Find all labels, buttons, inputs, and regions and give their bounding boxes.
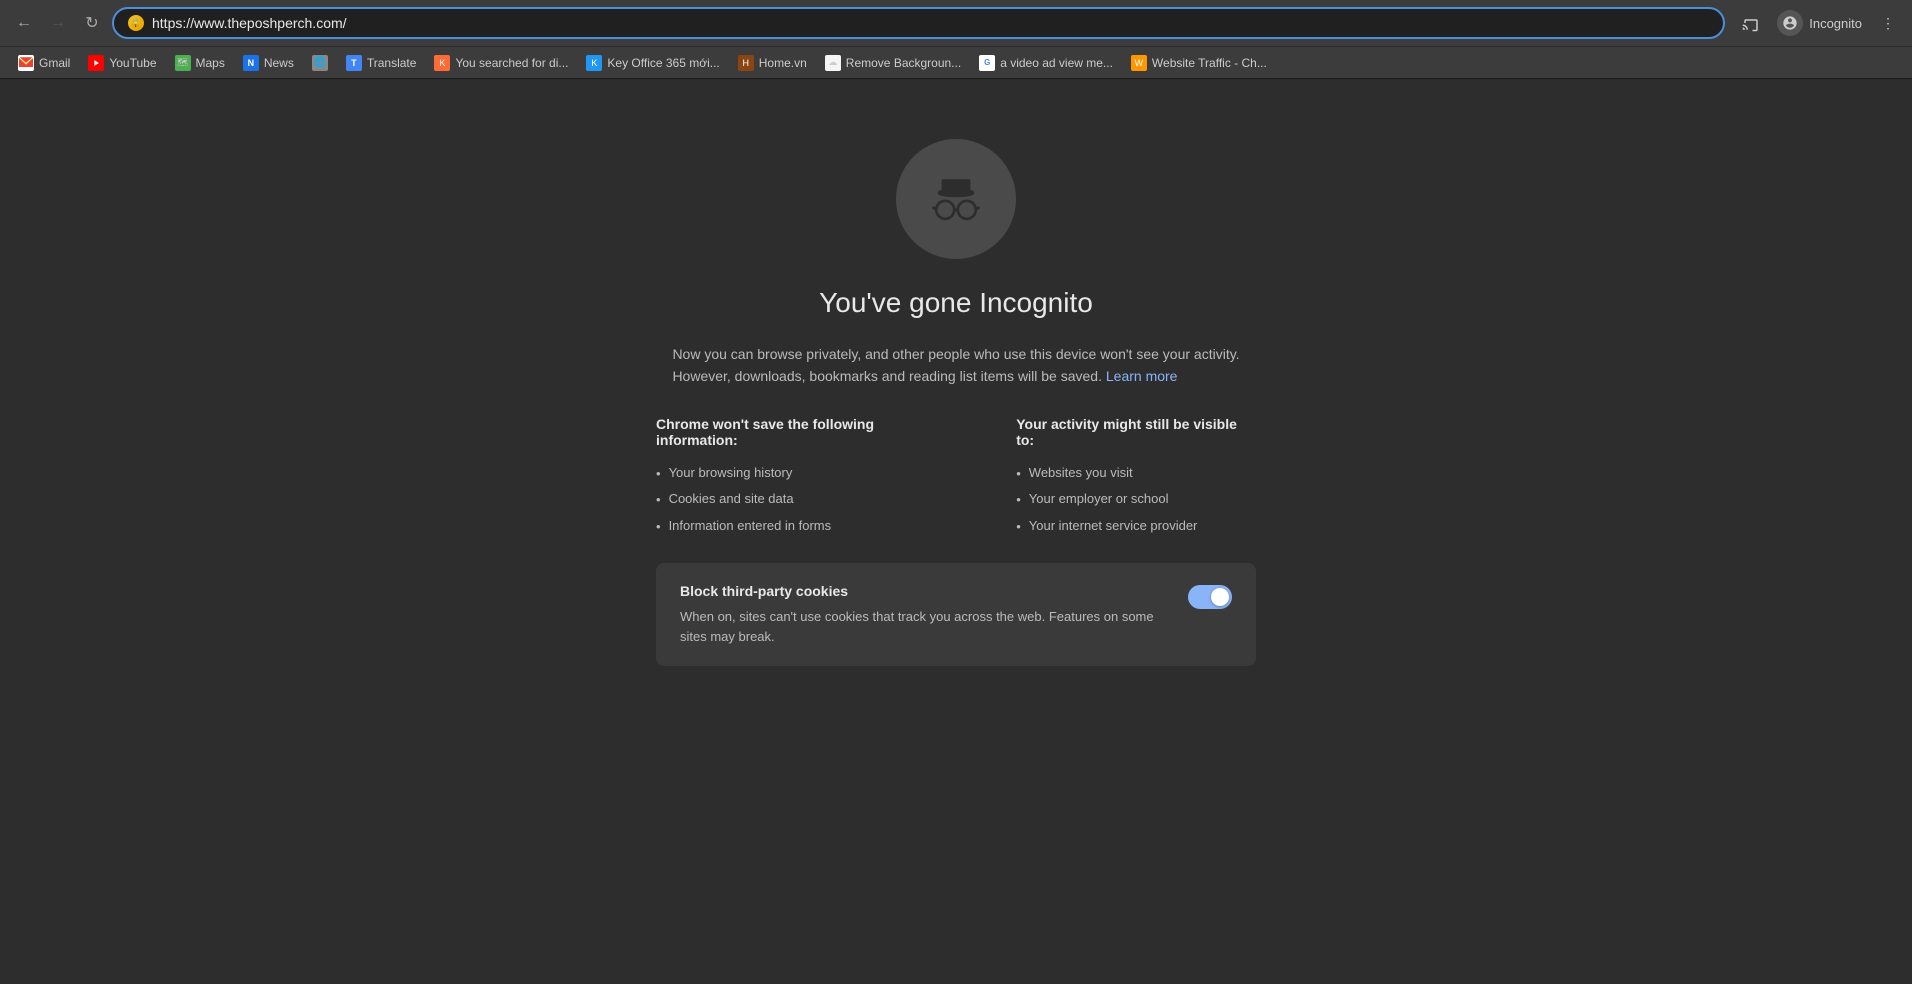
list-item: Information entered in forms [656, 513, 956, 540]
col2-heading: Your activity might still be visible to: [1016, 416, 1256, 448]
back-button[interactable]: ← [10, 9, 38, 37]
list-item-label: Your browsing history [669, 463, 793, 483]
home-vn-favicon: H [738, 55, 754, 71]
page-title: You've gone Incognito [819, 287, 1093, 319]
list-item: Cookies and site data [656, 486, 956, 513]
searched-favicon: K [434, 55, 450, 71]
info-columns: Chrome won't save the following informat… [656, 416, 1256, 540]
remove-bg-favicon: ☁ [825, 55, 841, 71]
learn-more-link[interactable]: Learn more [1106, 368, 1178, 384]
incognito-button[interactable]: Incognito [1769, 6, 1870, 40]
cast-button[interactable] [1737, 9, 1765, 37]
bookmark-news-label: News [264, 56, 294, 70]
bookmark-translate-label: Translate [367, 56, 417, 70]
bookmark-website-traffic[interactable]: W Website Traffic - Ch... [1123, 52, 1275, 74]
bookmark-youtube[interactable]: YouTube [80, 52, 164, 74]
list-item: Your employer or school [1016, 486, 1256, 513]
bookmark-remove-bg[interactable]: ☁ Remove Backgroun... [817, 52, 969, 74]
toggle-track [1188, 585, 1232, 609]
browser-actions: Incognito ⋮ [1737, 6, 1902, 40]
chrome-wont-save-col: Chrome won't save the following informat… [656, 416, 956, 540]
incognito-avatar [1777, 10, 1803, 36]
list-item: Your browsing history [656, 460, 956, 487]
col2-list: Websites you visit Your employer or scho… [1016, 460, 1256, 540]
list-item-label: Cookies and site data [669, 489, 794, 509]
cookie-desc: When on, sites can't use cookies that tr… [680, 607, 1160, 646]
video-ad-favicon: G [979, 55, 995, 71]
reload-button[interactable]: ↻ [78, 9, 106, 37]
cookie-title: Block third-party cookies [680, 583, 1160, 599]
globe-favicon: 🌐 [312, 55, 328, 71]
bookmark-maps[interactable]: 🗺 Maps [167, 52, 233, 74]
bookmark-gmail-label: Gmail [39, 56, 70, 70]
list-item-label: Information entered in forms [669, 516, 832, 536]
bookmark-remove-bg-label: Remove Backgroun... [846, 56, 961, 70]
bookmarks-bar: Gmail YouTube 🗺 Maps N News 🌐 T Translat… [0, 46, 1912, 78]
menu-button[interactable]: ⋮ [1874, 9, 1902, 37]
url-input[interactable] [152, 15, 1709, 31]
list-item: Websites you visit [1016, 460, 1256, 487]
intro-line1: Now you can browse privately, and other … [672, 346, 1239, 362]
activity-visible-col: Your activity might still be visible to:… [1016, 416, 1256, 540]
bookmark-key-office[interactable]: K Key Office 365 mới... [578, 52, 727, 74]
site-favicon: 🔒 [128, 15, 144, 31]
forward-button[interactable]: → [44, 9, 72, 37]
list-item-label: Your employer or school [1029, 489, 1169, 509]
bookmark-youtube-label: YouTube [109, 56, 156, 70]
cookie-block-box: Block third-party cookies When on, sites… [656, 563, 1256, 666]
toggle-thumb [1211, 588, 1229, 606]
bookmark-globe[interactable]: 🌐 [304, 52, 336, 74]
bookmark-searched-label: You searched for di... [455, 56, 568, 70]
key-office-favicon: K [586, 55, 602, 71]
bookmark-searched[interactable]: K You searched for di... [426, 52, 576, 74]
incognito-icon [896, 139, 1016, 259]
maps-favicon: 🗺 [175, 55, 191, 71]
list-item-label: Websites you visit [1029, 463, 1133, 483]
bookmark-website-traffic-label: Website Traffic - Ch... [1152, 56, 1267, 70]
cookie-toggle[interactable] [1188, 585, 1232, 609]
cookie-text: Block third-party cookies When on, sites… [680, 583, 1160, 646]
bookmark-news[interactable]: N News [235, 52, 302, 74]
intro-text: Now you can browse privately, and other … [672, 343, 1239, 388]
bookmark-home-vn-label: Home.vn [759, 56, 807, 70]
list-item-label: Your internet service provider [1029, 516, 1198, 536]
list-item: Your internet service provider [1016, 513, 1256, 540]
bookmark-maps-label: Maps [196, 56, 225, 70]
bookmark-key-office-label: Key Office 365 mới... [607, 56, 719, 70]
bookmark-translate[interactable]: T Translate [338, 52, 425, 74]
nav-bar: ← → ↻ 🔒 Incognito ⋮ [0, 0, 1912, 46]
intro-line2: However, downloads, bookmarks and readin… [672, 368, 1102, 384]
bookmark-video-ad-label: a video ad view me... [1000, 56, 1113, 70]
address-bar[interactable]: 🔒 [112, 7, 1725, 39]
translate-favicon: T [346, 55, 362, 71]
bookmark-gmail[interactable]: Gmail [10, 52, 78, 74]
website-traffic-favicon: W [1131, 55, 1147, 71]
main-content: You've gone Incognito Now you can browse… [0, 79, 1912, 945]
col1-heading: Chrome won't save the following informat… [656, 416, 956, 448]
youtube-favicon [88, 55, 104, 71]
col1-list: Your browsing history Cookies and site d… [656, 460, 956, 540]
bookmark-video-ad[interactable]: G a video ad view me... [971, 52, 1121, 74]
news-favicon: N [243, 55, 259, 71]
incognito-label: Incognito [1809, 16, 1862, 31]
browser-chrome: ← → ↻ 🔒 Incognito ⋮ [0, 0, 1912, 79]
bookmark-home-vn[interactable]: H Home.vn [730, 52, 815, 74]
gmail-favicon [18, 55, 34, 71]
